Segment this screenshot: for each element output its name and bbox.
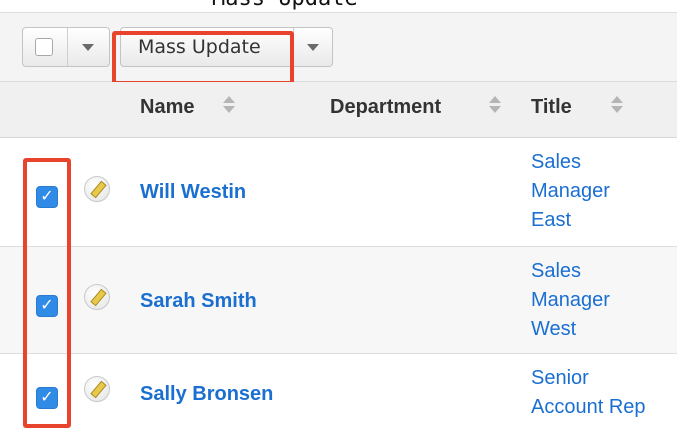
table-row: ✓ Sarah Smith Sales Manager West bbox=[0, 247, 677, 354]
title-line: East bbox=[531, 209, 572, 231]
record-name-link[interactable]: Sally Bronsen bbox=[140, 383, 273, 406]
select-all-dropdown[interactable] bbox=[22, 27, 110, 67]
checkbox-column-highlight-box bbox=[23, 158, 71, 428]
title-line: Manager bbox=[531, 289, 610, 311]
record-title[interactable]: Sales Manager East bbox=[531, 148, 677, 235]
select-all-checkbox[interactable] bbox=[35, 38, 53, 56]
sort-icon[interactable] bbox=[610, 94, 624, 114]
column-header-department[interactable]: Department bbox=[330, 96, 441, 119]
button-divider bbox=[67, 28, 68, 66]
title-line: West bbox=[531, 318, 577, 340]
column-header-name[interactable]: Name bbox=[140, 96, 194, 119]
record-title[interactable]: Sales Manager West bbox=[531, 257, 677, 344]
sort-icon[interactable] bbox=[222, 94, 236, 114]
record-title[interactable]: Senior Account Rep bbox=[531, 364, 677, 422]
table-header: Name Department Title bbox=[0, 82, 677, 138]
caret-down-icon[interactable] bbox=[307, 44, 319, 51]
top-cropped-strip: Mass Update bbox=[0, 0, 677, 12]
list-toolbar: Mass Update bbox=[0, 12, 677, 85]
title-line: Sales bbox=[531, 151, 582, 173]
title-line: Sales bbox=[531, 260, 582, 282]
column-header-title[interactable]: Title bbox=[531, 96, 572, 119]
pencil-icon[interactable] bbox=[84, 176, 110, 202]
pencil-icon[interactable] bbox=[84, 284, 110, 310]
title-line: Senior bbox=[531, 367, 589, 389]
title-line: Manager bbox=[531, 180, 610, 202]
record-name-link[interactable]: Will Westin bbox=[140, 181, 246, 204]
caret-down-icon[interactable] bbox=[82, 44, 94, 51]
mass-update-highlight-box bbox=[112, 31, 294, 85]
record-name-link[interactable]: Sarah Smith bbox=[140, 290, 257, 313]
sort-icon[interactable] bbox=[488, 94, 502, 114]
top-cropped-text: Mass Update bbox=[212, 0, 358, 11]
table-row: ✓ Will Westin Sales Manager East bbox=[0, 138, 677, 247]
title-line: Account Rep bbox=[531, 396, 646, 418]
pencil-icon[interactable] bbox=[84, 376, 110, 402]
table-row: ✓ Sally Bronsen Senior Account Rep bbox=[0, 354, 677, 423]
